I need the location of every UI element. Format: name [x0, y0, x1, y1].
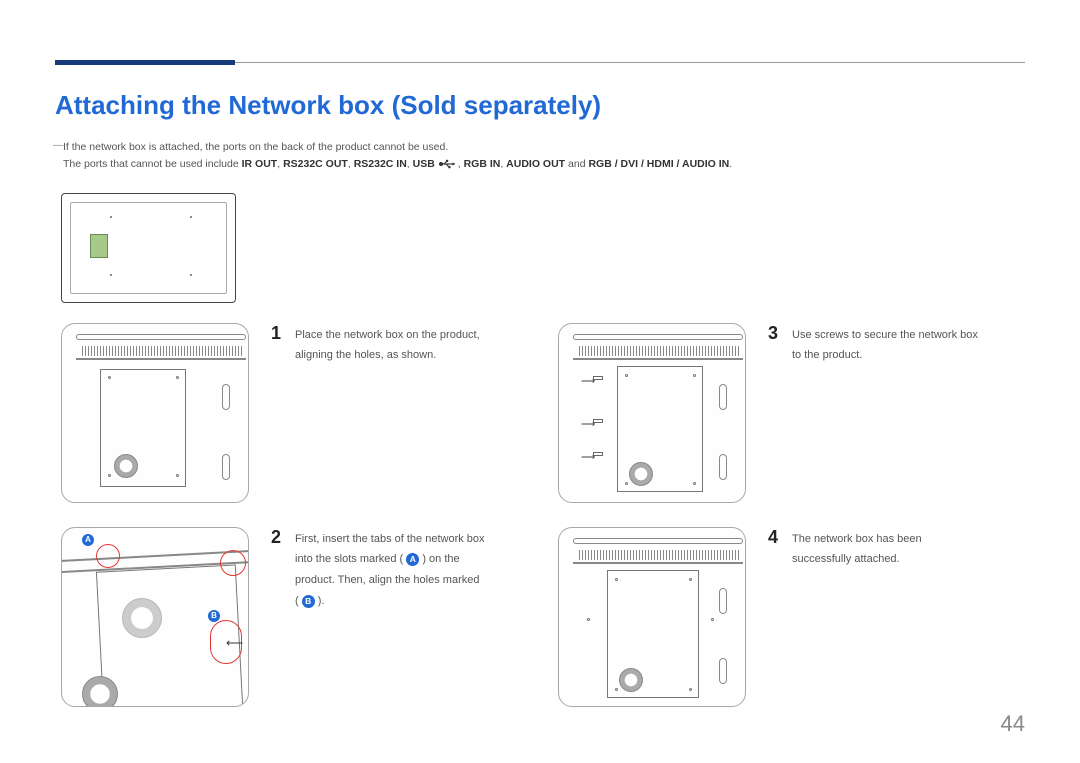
overview-dot: [110, 274, 112, 276]
figure-1: [61, 323, 249, 503]
page-title: Attaching the Network box (Sold separate…: [55, 90, 1025, 121]
figure-2: A B ⟵: [61, 527, 249, 707]
overview-figure: [61, 193, 236, 303]
step-3: ⟶ ⟶ ⟶ 3 Use screws to secure the network…: [558, 323, 1025, 503]
step-2: A B ⟵ 2 First, insert the tabs of the ne…: [61, 527, 528, 707]
label-a: A: [406, 553, 419, 566]
note-dash-icon: ―: [53, 137, 67, 138]
figure-4: [558, 527, 746, 707]
port-0: IR OUT: [242, 158, 278, 170]
port-2: RS232C IN: [354, 158, 407, 170]
figure-3: ⟶ ⟶ ⟶: [558, 323, 746, 503]
label-a-icon: A: [82, 534, 94, 546]
label-b-icon: B: [208, 610, 220, 622]
step-text: Use screws to secure the network box to …: [792, 323, 982, 367]
step-number: 2: [263, 527, 281, 548]
step-number: 1: [263, 323, 281, 344]
port-5: AUDIO OUT: [506, 158, 565, 170]
overview-dot: [190, 216, 192, 218]
step-text: The network box has been successfully at…: [792, 527, 982, 571]
step-4: 4 The network box has been successfully …: [558, 527, 1025, 707]
overview-netbox: [90, 234, 108, 258]
page-number: 44: [1001, 711, 1025, 737]
step2-after: ).: [315, 595, 325, 607]
overview-dot: [110, 216, 112, 218]
port-last: RGB / DVI / HDMI / AUDIO IN: [588, 158, 729, 170]
usb-icon: [438, 159, 458, 169]
note-text-1: If the network box is attached, the port…: [63, 141, 448, 153]
note-line-1: ― If the network box is attached, the po…: [63, 139, 1025, 156]
step-1: 1 Place the network box on the product, …: [61, 323, 528, 503]
header-rule-accent: [55, 60, 235, 65]
label-b: B: [302, 595, 315, 608]
note-line-2: The ports that cannot be used include IR…: [63, 156, 1025, 173]
steps-grid: 1 Place the network box on the product, …: [61, 323, 1025, 707]
port-3: USB: [413, 158, 435, 170]
note-period: .: [729, 158, 732, 170]
step-number: 4: [760, 527, 778, 548]
step-text: First, insert the tabs of the network bo…: [295, 527, 485, 613]
step-text: Place the network box on the product, al…: [295, 323, 485, 367]
note-block: ― If the network box is attached, the po…: [55, 139, 1025, 173]
note-and: and: [565, 158, 588, 170]
overview-dot: [190, 274, 192, 276]
note-prefix: The ports that cannot be used include: [63, 158, 242, 170]
port-1: RS232C OUT: [283, 158, 348, 170]
step-number: 3: [760, 323, 778, 344]
port-4: RGB IN: [464, 158, 501, 170]
